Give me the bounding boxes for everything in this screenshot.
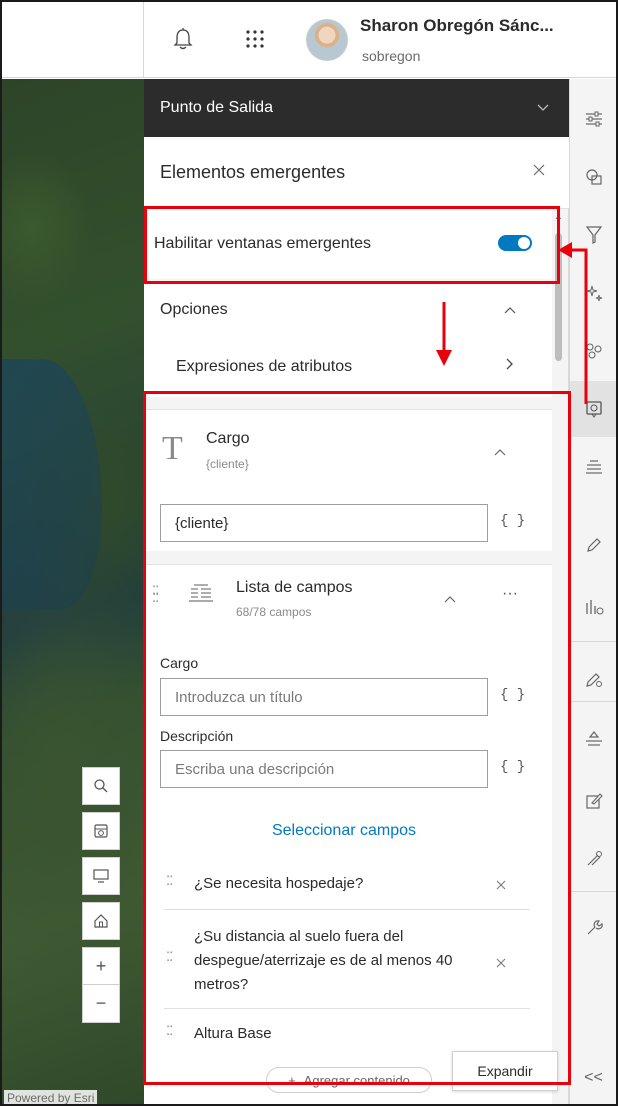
field-item-label: ¿Su distancia al suelo fuera del despegu… xyxy=(194,928,453,993)
scrollbar-thumb[interactable] xyxy=(555,233,562,361)
effects-icon[interactable] xyxy=(570,265,616,321)
enable-popups-label: Habilitar ventanas emergentes xyxy=(154,235,372,252)
zoom-in-button[interactable]: + xyxy=(82,947,120,985)
app-header: Sharon Obregón Sánc... sobregon xyxy=(2,2,616,78)
title-card-subtitle: {cliente} xyxy=(206,457,249,471)
fields-card-heading: Lista de campos xyxy=(236,579,353,596)
field-item[interactable]: ⁚⁚ ¿Se necesita hospedaje? xyxy=(164,860,530,910)
description-braces-button[interactable]: { } xyxy=(500,759,525,775)
add-content-label: Agregar contenido xyxy=(303,1072,410,1088)
labels-icon[interactable] xyxy=(570,439,616,495)
clustering-icon[interactable] xyxy=(570,323,616,379)
enable-popups-row: Habilitar ventanas emergentes xyxy=(144,209,552,279)
close-icon[interactable] xyxy=(533,163,545,180)
home-icon[interactable] xyxy=(82,902,120,940)
select-fields-link[interactable]: Seleccionar campos xyxy=(144,822,544,840)
field-item[interactable]: ⁚⁚ ¿Su distancia al suelo fuera del desp… xyxy=(164,915,530,1009)
chevron-right-icon xyxy=(506,357,514,375)
fields-description-input[interactable]: Escriba una descripción xyxy=(160,750,488,788)
title-expression-input[interactable]: {cliente} xyxy=(160,504,488,542)
layer-selector[interactable]: Punto de Salida xyxy=(144,79,569,137)
edit-icon[interactable] xyxy=(570,517,616,573)
layer-name: Punto de Salida xyxy=(160,99,273,116)
drag-handle-icon[interactable]: ⁚⁚ xyxy=(166,874,176,887)
options-header[interactable]: Opciones xyxy=(144,281,552,337)
attribute-expressions-item[interactable]: Expresiones de atributos xyxy=(144,337,552,397)
map-view[interactable] xyxy=(2,79,144,1104)
map-water xyxy=(2,359,102,609)
app-launcher-icon[interactable] xyxy=(240,24,270,54)
remove-field-icon[interactable] xyxy=(496,955,506,971)
more-options-button[interactable]: ··· xyxy=(502,585,518,603)
fields-title-input[interactable]: Introduzca un título xyxy=(160,678,488,716)
user-name[interactable]: Sharon Obregón Sánc... xyxy=(360,16,554,36)
collapse-fields-icon[interactable] xyxy=(444,591,456,606)
fields-description-label: Descripción xyxy=(160,728,234,744)
title-braces-button[interactable]: { } xyxy=(500,687,525,703)
drag-handle-icon[interactable]: ⁚⁚ xyxy=(166,950,176,963)
drag-handle-icon[interactable]: ⁚⁚ xyxy=(166,1024,176,1037)
rail-divider xyxy=(570,701,616,702)
settings-rail: << xyxy=(569,79,616,1104)
chevron-down-icon xyxy=(537,99,549,117)
zoom-out-button[interactable]: − xyxy=(82,985,120,1023)
popups-panel: Punto de Salida Elementos emergentes Hab… xyxy=(144,79,569,1104)
attribute-expressions-label: Expresiones de atributos xyxy=(176,358,353,375)
bell-icon[interactable] xyxy=(168,24,198,54)
header-spacer xyxy=(2,2,144,77)
fields-title-label: Cargo xyxy=(160,655,199,671)
charts-icon[interactable] xyxy=(570,579,616,635)
basemap-icon[interactable] xyxy=(82,812,120,850)
avatar[interactable] xyxy=(306,19,348,61)
rail-divider xyxy=(570,891,616,892)
enable-popups-toggle[interactable] xyxy=(498,235,532,251)
user-login: sobregon xyxy=(362,48,421,64)
pane-title: Elementos emergentes xyxy=(160,162,346,182)
collapse-rail-button[interactable]: << xyxy=(570,1069,616,1087)
field-item-label: Altura Base xyxy=(194,1025,272,1042)
options-label: Opciones xyxy=(160,300,228,318)
expression-braces-button[interactable]: { } xyxy=(500,513,525,529)
title-element-card: T Cargo {cliente} {cliente} { } xyxy=(144,409,552,551)
filter-icon[interactable] xyxy=(570,207,616,263)
forms-icon[interactable] xyxy=(570,711,616,767)
plus-icon: + xyxy=(288,1072,296,1088)
drag-handle-icon[interactable]: ⁚⁚ ⁚⁚ xyxy=(152,584,162,604)
fields-list-card: ⁚⁚ ⁚⁚ Lista de campos 68/78 campos ··· Ca… xyxy=(144,564,552,1104)
properties-icon[interactable] xyxy=(570,91,616,147)
scroll-up-icon[interactable]: ▲ xyxy=(554,211,563,221)
remove-field-icon[interactable] xyxy=(496,877,506,893)
sketch-icon[interactable] xyxy=(570,773,616,829)
map-attribution[interactable]: Powered by Esri xyxy=(4,1090,98,1104)
fields-card-count: 68/78 campos xyxy=(236,605,312,619)
panel-scrollbar[interactable]: ▲ xyxy=(552,211,564,381)
map-toolbar: + − xyxy=(82,767,122,1030)
chevron-up-icon xyxy=(504,302,516,317)
app-window: Sharon Obregón Sánc... sobregon + − Powe… xyxy=(0,0,618,1106)
field-item-label: ¿Se necesita hospedaje? xyxy=(194,875,364,892)
expand-button[interactable]: Expandir xyxy=(452,1051,558,1091)
pane-header: Elementos emergentes xyxy=(144,137,569,209)
fields-list-icon xyxy=(188,582,214,609)
popups-icon[interactable] xyxy=(570,381,616,437)
field-settings-icon[interactable] xyxy=(570,651,616,707)
monitor-icon[interactable] xyxy=(82,857,120,895)
tools-icon[interactable] xyxy=(570,899,616,955)
styles-icon[interactable] xyxy=(570,149,616,205)
collapse-title-icon[interactable] xyxy=(494,444,506,459)
config-icon[interactable] xyxy=(570,831,616,887)
text-element-icon: T xyxy=(162,430,183,467)
add-content-button[interactable]: + Agregar contenido xyxy=(266,1067,432,1093)
title-card-heading: Cargo xyxy=(206,430,250,447)
search-icon[interactable] xyxy=(82,767,120,805)
rail-divider xyxy=(570,641,616,642)
